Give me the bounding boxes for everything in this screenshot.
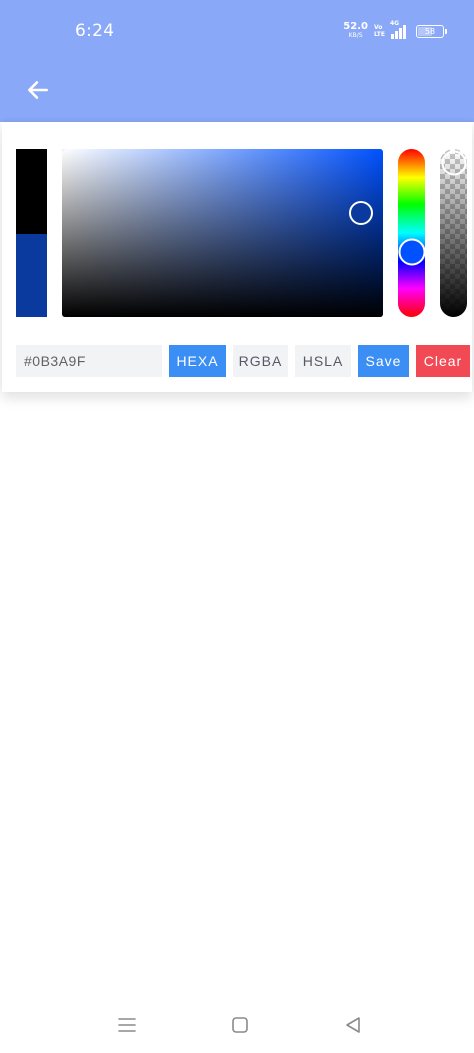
hexa-mode-button[interactable]: HEXA xyxy=(169,345,226,377)
menu-icon xyxy=(118,1018,136,1032)
home-button[interactable] xyxy=(228,1013,252,1037)
signal-bar xyxy=(403,25,406,39)
saturation-value-handle[interactable] xyxy=(348,200,373,225)
previous-color-swatch xyxy=(16,149,47,234)
alpha-slider[interactable] xyxy=(440,149,467,317)
color-preview xyxy=(16,149,47,317)
status-bar: 6:24 52.0 KB/S Vo LTE 4G 58 xyxy=(0,0,474,62)
save-button[interactable]: Save xyxy=(358,345,409,377)
hue-slider-handle[interactable] xyxy=(398,238,425,266)
back-button[interactable] xyxy=(20,72,56,108)
network-speed-value: 52.0 xyxy=(343,21,368,32)
signal-label: 4G xyxy=(390,20,400,27)
alpha-slider-handle[interactable] xyxy=(441,150,466,176)
saturation-value-panel[interactable] xyxy=(62,149,383,317)
color-controls: HEXA RGBA HSLA Save Clear xyxy=(16,345,470,377)
signal-icon: 4G xyxy=(390,20,406,39)
color-picker-card: HEXA RGBA HSLA Save Clear xyxy=(2,122,472,392)
value-gradient xyxy=(62,149,383,317)
system-nav-bar xyxy=(0,1005,474,1045)
home-square-icon xyxy=(232,1017,248,1033)
signal-bar xyxy=(391,34,394,39)
rgba-mode-button[interactable]: RGBA xyxy=(233,345,288,377)
network-speed: 52.0 KB/S xyxy=(343,22,368,40)
app-bar xyxy=(0,62,474,122)
current-color-swatch xyxy=(16,234,47,317)
battery-level: 58 xyxy=(424,26,436,36)
hex-value-input[interactable] xyxy=(16,345,162,377)
network-speed-unit: KB/S xyxy=(348,32,363,39)
status-time: 6:24 xyxy=(75,21,115,41)
signal-bar xyxy=(395,31,398,39)
hue-slider[interactable] xyxy=(398,149,425,317)
signal-bar xyxy=(399,28,402,39)
hsla-mode-button[interactable]: HSLA xyxy=(295,345,351,377)
status-icons: 52.0 KB/S Vo LTE 4G 58 xyxy=(343,20,447,42)
battery-icon: 58 xyxy=(416,24,447,38)
arrow-left-icon xyxy=(28,81,48,99)
volte-top-label: Vo xyxy=(373,24,383,31)
volte-bottom-label: LTE xyxy=(373,31,385,38)
volte-icon: Vo LTE xyxy=(374,24,385,38)
nav-back-button[interactable] xyxy=(341,1013,365,1037)
clear-button[interactable]: Clear xyxy=(416,345,470,377)
recent-apps-button[interactable] xyxy=(115,1013,139,1037)
back-triangle-icon xyxy=(346,1017,360,1033)
